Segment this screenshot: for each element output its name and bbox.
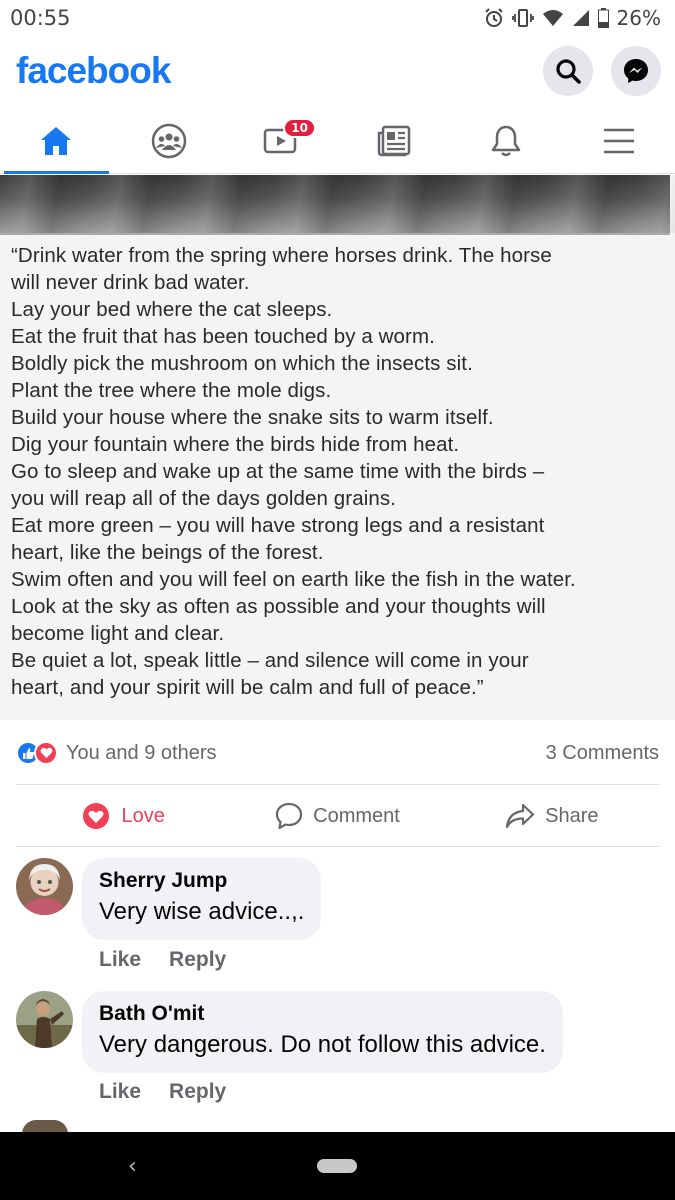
battery-percent: 26% <box>616 6 661 30</box>
comment-icon <box>276 802 303 830</box>
quote-line: Swim often and you will feel on earth li… <box>11 568 576 591</box>
quote-line: you will reap all of the days golden gra… <box>11 487 397 510</box>
signal-icon <box>572 10 589 26</box>
share-label: Share <box>545 804 599 827</box>
comment-bubble[interactable]: Sherry Jump Very wise advice..,. <box>82 858 322 940</box>
comment-button[interactable]: Comment <box>230 802 444 830</box>
status-time: 00:55 <box>10 6 71 30</box>
search-icon <box>556 59 581 84</box>
menu-icon <box>603 128 634 153</box>
tab-news[interactable] <box>338 108 451 173</box>
groups-icon <box>151 123 186 158</box>
avatar[interactable] <box>16 858 73 915</box>
quote-line: Look at the sky as often as possible and… <box>11 595 546 618</box>
reaction-icons <box>16 741 58 765</box>
avatar[interactable] <box>16 991 73 1048</box>
post-actions: Love Comment Share <box>16 786 659 846</box>
news-icon <box>377 125 410 156</box>
alarm-icon <box>484 8 503 27</box>
comment-text: Very wise advice..,. <box>99 898 305 925</box>
reactions-text: You and 9 others <box>66 741 217 764</box>
share-icon <box>506 803 535 829</box>
tab-home[interactable] <box>0 108 113 174</box>
comment-actions: Like Reply <box>99 948 226 972</box>
comment-item: Sherry Jump Very wise advice..,. Like Re… <box>16 858 659 978</box>
comment-like-button[interactable]: Like <box>99 1080 141 1104</box>
comment-reply-button[interactable]: Reply <box>169 948 226 972</box>
love-icon <box>83 803 110 829</box>
quote-line: Dig your fountain where the birds hide f… <box>11 433 460 456</box>
comment-author[interactable]: Bath O'mit <box>99 1001 546 1027</box>
quote-line: Build your house where the snake sits to… <box>11 406 494 429</box>
quote-line: Plant the tree where the mole digs. <box>11 379 332 402</box>
status-bar: 00:55 26% <box>0 0 675 36</box>
home-pill[interactable] <box>317 1159 357 1173</box>
tab-notifications[interactable] <box>450 108 563 173</box>
quote-line: Boldly pick the mushroom on which the in… <box>11 352 473 375</box>
system-nav-bar: ‹ <box>0 1132 675 1200</box>
comments-count[interactable]: 3 Comments <box>546 742 659 765</box>
quote-text: “Drink water from the spring where horse… <box>11 242 666 701</box>
tab-watch[interactable]: 10 <box>225 108 338 173</box>
facebook-logo[interactable]: facebook <box>16 50 171 92</box>
reactions-summary: You and 9 others 3 Comments <box>16 735 659 771</box>
quote-line: Eat more green – you will have strong le… <box>11 514 545 537</box>
comment-reply-button[interactable]: Reply <box>169 1080 226 1104</box>
status-icons: 26% <box>484 6 661 30</box>
wifi-icon <box>542 10 563 26</box>
reactions-left[interactable]: You and 9 others <box>16 741 217 765</box>
love-label: Love <box>121 804 165 827</box>
post-image[interactable]: “Drink water from the spring where horse… <box>0 175 675 720</box>
app-header: facebook <box>0 36 675 106</box>
comment-label: Comment <box>313 804 400 827</box>
comment-author[interactable]: Sherry Jump <box>99 868 304 894</box>
quote-line: become light and clear. <box>11 622 225 645</box>
comment-text: Very dangerous. Do not follow this advic… <box>99 1031 546 1058</box>
quote-line: Eat the fruit that has been touched by a… <box>11 325 435 348</box>
divider <box>16 846 659 847</box>
comment-like-button[interactable]: Like <box>99 948 141 972</box>
tab-bar: 10 <box>0 108 675 174</box>
comment-item: Bath O'mit Very dangerous. Do not follow… <box>16 991 659 1111</box>
quote-line: Be quiet a lot, speak little – and silen… <box>11 649 529 672</box>
tab-groups[interactable] <box>113 108 226 173</box>
bell-icon <box>492 125 521 156</box>
vibrate-icon <box>511 9 534 27</box>
share-button[interactable]: Share <box>445 802 659 830</box>
watch-badge: 10 <box>283 118 316 138</box>
divider <box>16 784 659 785</box>
quote-line: Go to sleep and wake up at the same time… <box>11 460 545 483</box>
love-button[interactable]: Love <box>16 802 230 830</box>
quote-line: heart, like the beings of the forest. <box>11 541 324 564</box>
search-button[interactable] <box>543 46 593 96</box>
messenger-button[interactable] <box>611 46 661 96</box>
comment-actions: Like Reply <box>99 1080 226 1104</box>
back-icon[interactable]: ‹ <box>128 1154 137 1179</box>
quote-line: will never drink bad water. <box>11 271 250 294</box>
messenger-icon <box>624 59 648 83</box>
love-reaction-icon <box>34 741 58 765</box>
home-icon <box>41 126 72 155</box>
comment-bubble[interactable]: Bath O'mit Very dangerous. Do not follow… <box>82 991 563 1073</box>
quote-line: heart, and your spirit will be calm and … <box>11 676 484 699</box>
quote-line: “Drink water from the spring where horse… <box>11 244 552 267</box>
header-buttons <box>543 46 661 96</box>
battery-icon <box>597 8 609 28</box>
quote-line: Lay your bed where the cat sleeps. <box>11 298 333 321</box>
tab-menu[interactable] <box>563 108 675 173</box>
